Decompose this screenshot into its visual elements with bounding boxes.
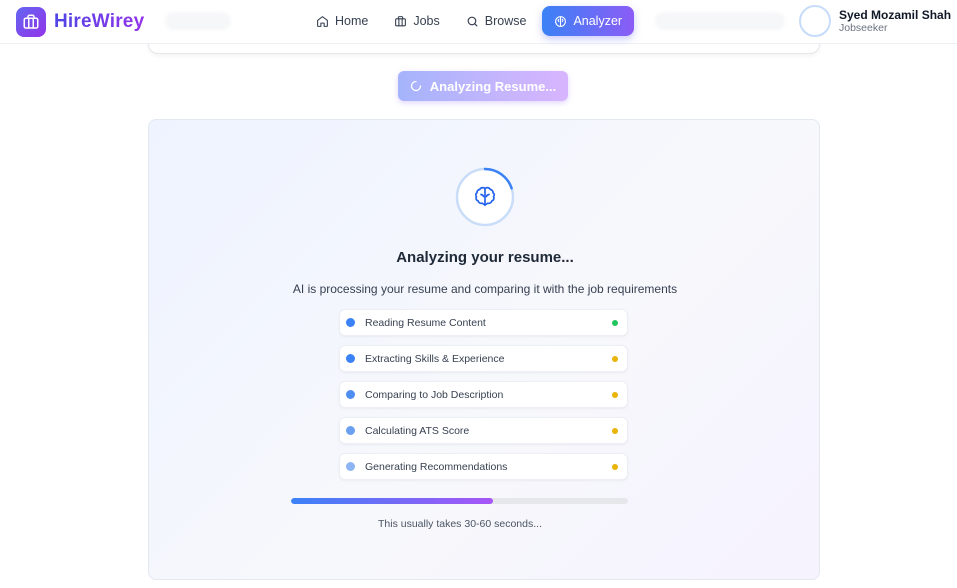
panel-title: Analyzing your resume... <box>396 249 574 266</box>
analyze-button[interactable]: Analyzing Resume... <box>398 71 568 101</box>
brand-name: HireWirey <box>54 11 145 32</box>
step-dot <box>346 390 355 399</box>
step-dot <box>346 462 355 471</box>
search-icon <box>467 16 478 26</box>
avatar[interactable] <box>799 5 831 37</box>
duration-note: This usually takes 30-60 seconds... <box>377 518 542 530</box>
nav-analyzer-label: Analyzer <box>573 14 623 28</box>
nav-browse[interactable]: Browse <box>456 6 537 36</box>
step-item: Comparing to Job Description <box>339 381 628 408</box>
nav-jobs[interactable]: Jobs <box>384 6 449 36</box>
analysis-panel: Analyzing your resume... AI is processin… <box>148 119 820 580</box>
briefcase-icon <box>16 7 46 37</box>
panel-subtitle: AI is processing your resume and compari… <box>292 282 678 296</box>
step-item: Reading Resume Content <box>339 309 628 336</box>
step-item: Generating Recommendations <box>339 453 628 480</box>
step-label: Generating Recommendations <box>365 460 508 473</box>
status-indicator <box>612 391 618 398</box>
step-item: Calculating ATS Score <box>339 417 628 444</box>
status-indicator <box>612 463 618 470</box>
step-dot <box>346 318 355 327</box>
top-navbar: HireWirey Home Jobs Browse Analyzer Syed… <box>0 0 957 44</box>
progress-fill <box>291 498 494 504</box>
step-label: Calculating ATS Score <box>365 424 470 437</box>
step-label: Comparing to Job Description <box>365 388 504 401</box>
user-role: Jobseeker <box>839 21 888 34</box>
nav-browse-label: Browse <box>484 14 527 28</box>
step-dot <box>346 426 355 435</box>
main-nav: Home Jobs Browse Analyzer <box>306 6 635 36</box>
loader-icon <box>410 80 421 92</box>
blurred-placeholder <box>165 12 231 30</box>
user-name: Syed Mozamil Shah <box>839 7 952 22</box>
step-item: Extracting Skills & Experience <box>339 345 628 372</box>
brain-icon <box>555 15 567 27</box>
step-label: Extracting Skills & Experience <box>365 352 505 365</box>
nav-home-label: Home <box>335 14 369 28</box>
nav-analyzer[interactable]: Analyzer <box>542 6 635 36</box>
nav-jobs-label: Jobs <box>413 14 440 28</box>
brand-logo[interactable]: HireWirey <box>16 7 144 37</box>
loading-spinner <box>455 167 515 227</box>
step-label: Reading Resume Content <box>365 316 486 329</box>
step-dot <box>346 354 355 363</box>
user-menu[interactable]: Syed Mozamil Shah Jobseeker <box>799 4 951 38</box>
nav-home[interactable]: Home <box>306 6 378 36</box>
progress-bar <box>291 498 628 504</box>
status-indicator <box>612 427 618 434</box>
blurred-placeholder <box>655 12 785 30</box>
briefcase-icon <box>395 15 407 26</box>
analysis-steps: Reading Resume Content Extracting Skills… <box>339 309 628 489</box>
home-icon <box>317 15 328 27</box>
status-indicator <box>612 355 618 362</box>
analyze-button-label: Analyzing Resume... <box>429 78 557 94</box>
status-indicator <box>612 319 618 326</box>
